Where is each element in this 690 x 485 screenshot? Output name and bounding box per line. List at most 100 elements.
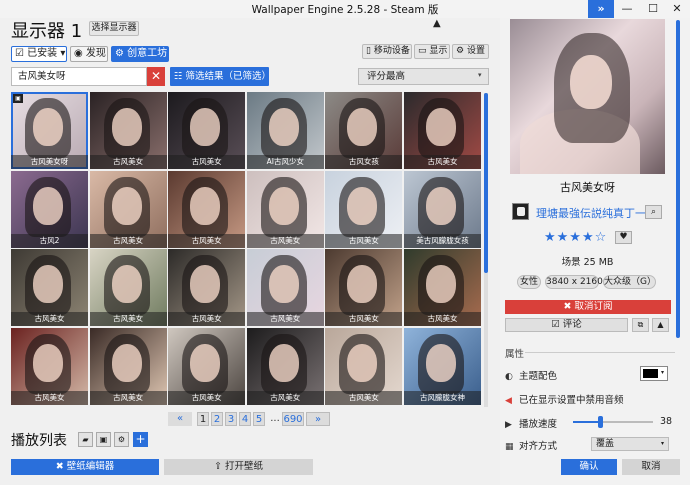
page-1[interactable]: 1	[197, 412, 209, 426]
wallpaper-tile[interactable]: 古风美女	[168, 92, 246, 169]
wallpaper-tile[interactable]: 古风美女	[89, 249, 167, 326]
speed-slider-thumb[interactable]	[598, 416, 604, 428]
alignment-label: 对齐方式	[519, 441, 558, 452]
wallpaper-caption: 古风美女	[168, 390, 246, 405]
page-3[interactable]: 3	[225, 412, 237, 426]
tag-resolution: 3840 x 2160	[545, 275, 603, 289]
speed-value: 38	[660, 416, 673, 427]
speed-label: 播放速度	[519, 419, 558, 430]
wallpaper-tile[interactable]: 古风美女	[89, 327, 167, 405]
wallpaper-tile[interactable]: 古风美女	[168, 170, 246, 248]
wallpaper-tile[interactable]: 古风美女	[168, 327, 246, 405]
author-avatar[interactable]	[512, 203, 529, 220]
cancel-button[interactable]: 取消	[622, 459, 680, 475]
copy-icon[interactable]: ⧉	[632, 318, 649, 332]
wallpaper-tile[interactable]: 古风美女	[11, 327, 88, 405]
wallpaper-tile[interactable]: 古风美女	[325, 249, 403, 326]
wallpaper-tile[interactable]: 古风美女	[404, 249, 481, 326]
folder-icon[interactable]: ▰	[78, 432, 93, 447]
theme-color-picker[interactable]: ▾	[640, 366, 668, 381]
filter-results-button[interactable]: ☷ 筛选结果（已筛选）	[170, 67, 271, 86]
wallpaper-tile[interactable]: 古风美女	[404, 92, 481, 169]
open-wallpaper-button[interactable]: ⇪ 打开壁纸	[164, 459, 313, 475]
clear-search-icon[interactable]: ✕	[147, 67, 165, 86]
window-title: Wallpaper Engine 2.5.28 - Steam 版	[251, 4, 439, 16]
thumbnail-figure-face	[268, 186, 299, 225]
report-warning-icon[interactable]: ▲	[652, 318, 669, 332]
thumbnail-figure-face	[426, 343, 456, 382]
thumbnail-figure-face	[33, 186, 63, 225]
wallpaper-tile[interactable]: AI古风少女	[246, 92, 324, 169]
wallpaper-tile[interactable]: 古风美女	[246, 249, 324, 326]
author-name-link[interactable]: 理塘最強伝説纯真丁一	[536, 205, 646, 221]
wallpaper-caption: 古风美女	[325, 233, 403, 248]
wallpaper-editor-button[interactable]: ✖ 壁纸编辑器	[11, 459, 159, 475]
theme-color-row: ◐ 主题配色	[505, 368, 557, 382]
wallpaper-tile[interactable]: 古风朦胧女神	[404, 327, 481, 405]
wallpaper-caption: 古风美女	[168, 233, 246, 248]
audio-disabled-label: 已在显示设置中禁用音频	[519, 395, 624, 406]
alignment-select[interactable]: 覆盖	[591, 437, 669, 451]
mobile-device-button[interactable]: ▯ 移动设备	[362, 44, 412, 59]
thumbnail-figure-face	[426, 265, 456, 303]
thumbnail-figure-face	[347, 108, 378, 146]
page-last[interactable]: 690	[282, 412, 304, 426]
unsubscribe-button[interactable]: ✖ 取消订阅	[505, 300, 671, 314]
ok-button[interactable]: 确认	[561, 459, 617, 475]
thumbnail-figure-face	[190, 343, 221, 382]
thumbnail-figure-face	[268, 265, 299, 303]
wallpaper-tile[interactable]: 古风美女	[325, 327, 403, 405]
save-icon[interactable]: ▣	[96, 432, 111, 447]
muted-speaker-icon: ◀	[505, 396, 512, 406]
pagination-next-icon[interactable]: »	[306, 412, 330, 426]
thumbnail-figure-face	[33, 343, 63, 382]
wallpaper-tile[interactable]: 古风2	[11, 170, 88, 248]
page-5[interactable]: 5	[253, 412, 265, 426]
settings-button[interactable]: ⚙ 设置	[452, 44, 489, 59]
maximize-icon[interactable]: ☐	[640, 0, 666, 18]
type-and-size: 场景 25 MB	[561, 257, 614, 268]
play-icon: ▶	[505, 420, 512, 430]
wallpaper-tile[interactable]: 古风女孩	[325, 92, 403, 169]
pagination-first-icon[interactable]: «	[168, 412, 192, 426]
comment-button[interactable]: ☑ 评论	[505, 318, 628, 332]
expand-icon[interactable]: »	[588, 0, 614, 18]
search-icon[interactable]: ⌕	[645, 205, 662, 219]
page-2[interactable]: 2	[211, 412, 223, 426]
close-icon[interactable]: ✕	[664, 0, 690, 18]
thumbnail-figure-face	[426, 108, 456, 146]
selected-badge-icon: ▣	[13, 94, 23, 103]
favorite-heart-icon[interactable]: ♥	[615, 231, 632, 244]
thumbnail-figure-face	[347, 343, 378, 382]
tab-discover[interactable]: ◉ 发现	[70, 46, 108, 62]
wallpaper-tile[interactable]: 古风美女	[246, 327, 324, 405]
wallpaper-tile[interactable]: 美古风朦胧女孩	[404, 170, 481, 248]
wallpaper-tile[interactable]: 古风美女	[325, 170, 403, 248]
playlist-config-icon[interactable]: ⚙	[114, 432, 129, 447]
display-button[interactable]: ▭ 显示	[414, 44, 450, 59]
tab-workshop[interactable]: ⚙ 创意工坊	[111, 46, 169, 62]
sort-select[interactable]: 评分最高	[358, 68, 489, 85]
select-display-button[interactable]: 选择显示器	[89, 21, 139, 36]
thumbnail-figure-face	[347, 265, 378, 303]
wallpaper-tile[interactable]: ▣ 古风美女呀	[11, 92, 88, 169]
wallpaper-tile[interactable]: 古风美女	[89, 170, 167, 248]
add-icon[interactable]: +	[133, 432, 148, 447]
speed-row: ▶ 播放速度	[505, 416, 557, 430]
page-4[interactable]: 4	[239, 412, 251, 426]
wallpaper-caption: 古风美女	[246, 312, 324, 326]
search-input[interactable]: 古风美女呀	[11, 67, 147, 86]
wallpaper-tile[interactable]: 古风美女	[11, 249, 88, 326]
grid-scroll-thumb[interactable]	[484, 93, 488, 273]
detail-scrollbar[interactable]	[676, 20, 680, 338]
wallpaper-tile[interactable]: 古风美女	[246, 170, 324, 248]
properties-label: 属性	[505, 349, 525, 360]
wallpaper-tile[interactable]: 古风美女	[89, 92, 167, 169]
wallpaper-tile[interactable]: 古风美女	[168, 249, 246, 326]
wallpaper-caption: 古风美女	[246, 390, 324, 405]
thumbnail-figure-face	[111, 108, 142, 146]
tab-installed[interactable]: ☑ 已安装 ▾	[11, 46, 67, 62]
minimize-icon[interactable]: —	[614, 0, 640, 18]
image-icon: ▦	[505, 442, 514, 452]
chevron-down-icon: ▾	[661, 440, 665, 447]
